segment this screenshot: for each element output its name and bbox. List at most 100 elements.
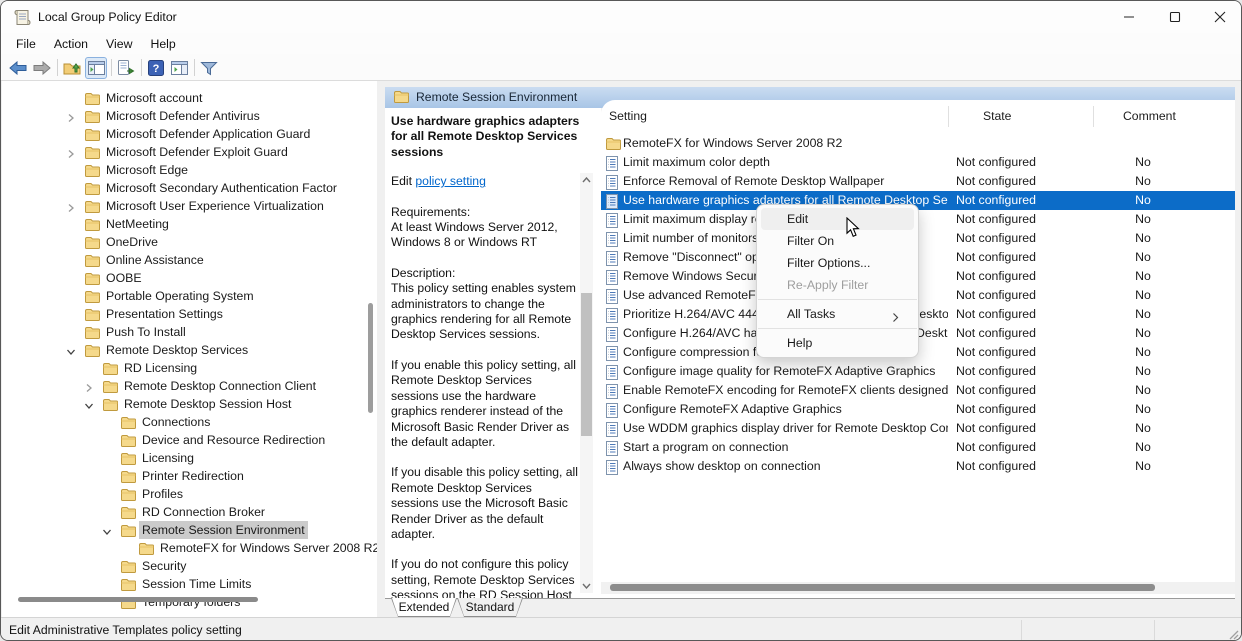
scroll-thumb[interactable] — [581, 293, 592, 436]
tree-item-session-time-limits[interactable]: Session Time Limits — [2, 575, 377, 593]
scroll-down-icon[interactable] — [580, 579, 593, 593]
tree-item-label: Online Assistance — [103, 251, 207, 269]
setting-comment: No — [1093, 229, 1193, 248]
policy-doc-icon — [606, 213, 621, 227]
chevron-down-icon[interactable] — [66, 344, 78, 356]
tree-item-onedrive[interactable]: OneDrive — [2, 233, 377, 251]
show-console-tree-icon[interactable] — [85, 57, 107, 79]
filter-icon[interactable] — [198, 57, 220, 79]
tree-horizontal-scrollbar[interactable] — [18, 597, 258, 602]
up-one-level-icon[interactable] — [61, 57, 83, 79]
maximize-button[interactable] — [1152, 1, 1198, 33]
scroll-up-icon[interactable] — [580, 173, 593, 187]
context-menu-item-help[interactable]: Help — [761, 332, 914, 354]
tab-extended[interactable]: Extended — [391, 598, 457, 617]
export-list-icon[interactable] — [115, 57, 137, 79]
settings-row-start-a-program-on-connection[interactable]: Start a program on connectionNot configu… — [601, 438, 1235, 457]
tree-item-push-to-install[interactable]: Push To Install — [2, 323, 377, 341]
setting-comment: No — [1093, 400, 1193, 419]
tree-item-security[interactable]: Security — [2, 557, 377, 575]
tree-item-remote-desktop-session-host[interactable]: Remote Desktop Session Host — [2, 395, 377, 413]
column-header-state[interactable]: State — [983, 100, 1011, 133]
tab-standard[interactable]: Standard — [457, 598, 523, 617]
back-icon[interactable] — [7, 57, 29, 79]
chevron-right-icon[interactable] — [84, 380, 96, 392]
chevron-right-icon[interactable] — [66, 110, 78, 122]
settings-row-configure-image-quality-for-remotefx-ada[interactable]: Configure image quality for RemoteFX Ada… — [601, 362, 1235, 381]
settings-row-always-show-desktop-on-connection[interactable]: Always show desktop on connectionNot con… — [601, 457, 1235, 476]
tree-item-remote-desktop-services[interactable]: Remote Desktop Services — [2, 341, 377, 359]
tree-item-online-assistance[interactable]: Online Assistance — [2, 251, 377, 269]
setting-state: Not configured — [956, 210, 1086, 229]
setting-state: Not configured — [956, 381, 1086, 400]
chevron-right-icon[interactable] — [66, 200, 78, 212]
tree-item-netmeeting[interactable]: NetMeeting — [2, 215, 377, 233]
settings-row-limit-maximum-color-depth[interactable]: Limit maximum color depthNot configuredN… — [601, 153, 1235, 172]
chevron-down-icon[interactable] — [102, 524, 114, 536]
help-icon[interactable]: ? — [145, 57, 167, 79]
settings-row-enable-remotefx-encoding-for-remotefx-cl[interactable]: Enable RemoteFX encoding for RemoteFX cl… — [601, 381, 1235, 400]
tree-item-portable-operating-system[interactable]: Portable Operating System — [2, 287, 377, 305]
policy-doc-icon — [606, 270, 621, 284]
tree-item-remote-desktop-connection-client[interactable]: Remote Desktop Connection Client — [2, 377, 377, 395]
minimize-button[interactable] — [1106, 1, 1152, 33]
settings-row-configure-remotefx-adaptive-graphics[interactable]: Configure RemoteFX Adaptive GraphicsNot … — [601, 400, 1235, 419]
setting-comment: No — [1093, 457, 1193, 476]
folder-icon — [103, 362, 118, 374]
settings-row-enforce-removal-of-remote-desktop-wallpa[interactable]: Enforce Removal of Remote Desktop Wallpa… — [601, 172, 1235, 191]
column-header-comment[interactable]: Comment — [1123, 100, 1176, 133]
policy-doc-icon — [606, 403, 621, 417]
policy-doc-icon — [606, 365, 621, 379]
column-header-setting[interactable]: Setting — [609, 100, 647, 133]
show-action-pane-icon[interactable] — [168, 57, 190, 79]
scroll-thumb[interactable] — [610, 584, 1155, 591]
setting-state: Not configured — [956, 362, 1086, 381]
chevron-down-icon[interactable] — [84, 398, 96, 410]
resize-grip[interactable] — [1227, 628, 1239, 640]
policy-doc-icon — [606, 175, 621, 189]
folder-icon — [85, 236, 100, 248]
tree-item-microsoft-defender-exploit-guard[interactable]: Microsoft Defender Exploit Guard — [2, 143, 377, 161]
context-menu-item-filter-options[interactable]: Filter Options... — [761, 252, 914, 274]
context-menu-item-edit[interactable]: Edit — [761, 208, 914, 230]
settings-row-use-wddm-graphics-display-driver-for-rem[interactable]: Use WDDM graphics display driver for Rem… — [601, 419, 1235, 438]
menu-help[interactable]: Help — [141, 35, 184, 53]
tree-item-remotefx-for-windows-server-2008-r2[interactable]: RemoteFX for Windows Server 2008 R2 — [2, 539, 377, 557]
requirements-label: Requirements: — [391, 205, 470, 219]
folder-icon — [85, 182, 100, 194]
extended-pane: Use hardware graphics adapters for all R… — [385, 108, 601, 598]
tree-item-connections[interactable]: Connections — [2, 413, 377, 431]
tree-item-temporary-folders[interactable]: Temporary folders — [2, 593, 377, 611]
close-button[interactable] — [1197, 1, 1242, 33]
setting-comment: No — [1093, 362, 1193, 381]
settings-row-remotefx-for-windows-server-2008-r2[interactable]: RemoteFX for Windows Server 2008 R2 — [601, 134, 1235, 153]
tree-item-microsoft-defender-application-guard[interactable]: Microsoft Defender Application Guard — [2, 125, 377, 143]
forward-icon[interactable] — [31, 57, 53, 79]
menu-view[interactable]: View — [97, 35, 141, 53]
tree-item-licensing[interactable]: Licensing — [2, 449, 377, 467]
extended-pane-scrollbar[interactable] — [580, 173, 593, 593]
tree-item-oobe[interactable]: OOBE — [2, 269, 377, 287]
tree-item-profiles[interactable]: Profiles — [2, 485, 377, 503]
chevron-right-icon[interactable] — [66, 146, 78, 158]
context-menu-item-filter-on[interactable]: Filter On — [761, 230, 914, 252]
tree-item-device-and-resource-redirection[interactable]: Device and Resource Redirection — [2, 431, 377, 449]
tree-item-remote-session-environment[interactable]: Remote Session Environment — [2, 521, 377, 539]
context-menu-item-all-tasks[interactable]: All Tasks — [761, 303, 914, 325]
menu-file[interactable]: File — [7, 35, 45, 53]
tree-item-microsoft-account[interactable]: Microsoft account — [2, 89, 377, 107]
tree-item-microsoft-defender-antivirus[interactable]: Microsoft Defender Antivirus — [2, 107, 377, 125]
tree-item-rd-connection-broker[interactable]: RD Connection Broker — [2, 503, 377, 521]
list-horizontal-scrollbar[interactable] — [601, 582, 1235, 594]
tree-item-rd-licensing[interactable]: RD Licensing — [2, 359, 377, 377]
setting-state: Not configured — [956, 153, 1086, 172]
menu-action[interactable]: Action — [45, 35, 97, 53]
policy-setting-link[interactable]: policy setting — [415, 174, 485, 188]
tree-vertical-scrollbar[interactable] — [368, 303, 373, 413]
tree-item-microsoft-secondary-authentication-factor[interactable]: Microsoft Secondary Authentication Facto… — [2, 179, 377, 197]
pane-splitter[interactable] — [377, 81, 385, 617]
tree-item-printer-redirection[interactable]: Printer Redirection — [2, 467, 377, 485]
tree-item-microsoft-edge[interactable]: Microsoft Edge — [2, 161, 377, 179]
tree-item-microsoft-user-experience-virtualization[interactable]: Microsoft User Experience Virtualization — [2, 197, 377, 215]
tree-item-presentation-settings[interactable]: Presentation Settings — [2, 305, 377, 323]
